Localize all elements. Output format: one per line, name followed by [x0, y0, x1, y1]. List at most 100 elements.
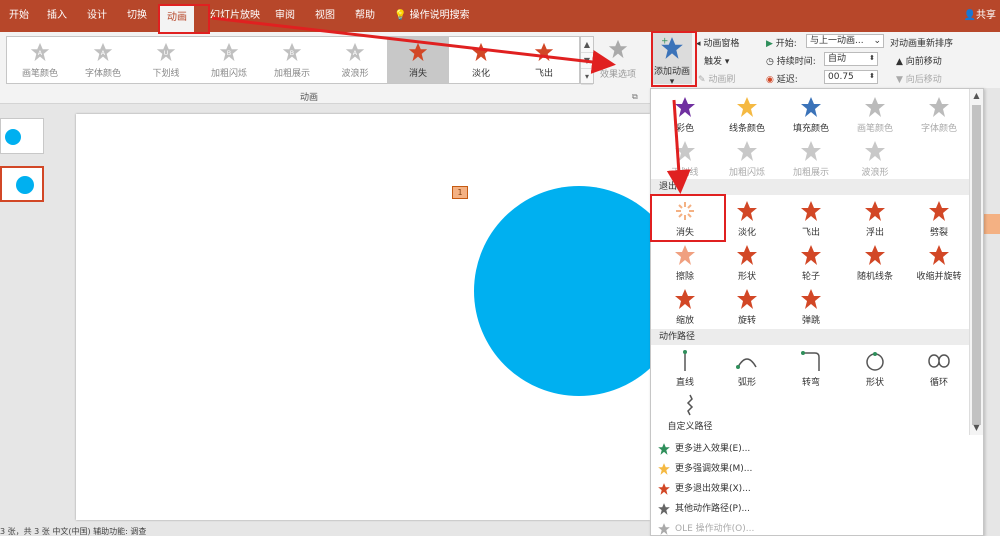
scroll-up-icon[interactable]: ▲: [970, 89, 983, 103]
chevron-down-icon: ▾: [669, 77, 675, 87]
tab-insert[interactable]: 插入: [40, 0, 74, 32]
gallery-item[interactable]: 消失: [387, 37, 449, 83]
more-effects-item[interactable]: 其他动作路径(P)...: [651, 499, 981, 519]
gallery-scroll[interactable]: ▲ ▼ ▾: [580, 36, 594, 85]
more-effects-item[interactable]: OLE 操作动作(O)...: [651, 519, 981, 536]
effect-item[interactable]: 加粗展示: [781, 137, 841, 181]
effect-item[interactable]: 波浪形: [845, 137, 905, 181]
effect-item[interactable]: 缩放: [655, 285, 715, 329]
tell-me-search[interactable]: 💡 操作说明搜索: [394, 0, 470, 32]
more-effects-item[interactable]: 更多进入效果(E)...: [651, 439, 981, 459]
effect-label: 缩放: [675, 316, 694, 326]
effect-item[interactable]: 淡化: [717, 197, 777, 241]
spinner-icon[interactable]: ⬍: [869, 52, 875, 64]
effect-item[interactable]: 画笔颜色: [845, 93, 905, 137]
scroll-down-icon[interactable]: ▼: [970, 421, 983, 435]
gallery-item[interactable]: A 波浪形: [324, 37, 386, 83]
gallery-item[interactable]: B 加粗闪烁: [198, 37, 260, 83]
effect-item[interactable]: 消失: [655, 197, 715, 241]
tab-review[interactable]: 审阅: [270, 0, 300, 32]
gallery-item[interactable]: B 加粗展示: [261, 37, 323, 83]
gallery-item[interactable]: U 下划线: [135, 37, 197, 83]
delay-input[interactable]: 00.75 ⬍: [824, 70, 878, 84]
effect-item[interactable]: 弹跳: [781, 285, 841, 329]
gallery-item-label: 字体颜色: [84, 69, 121, 79]
effect-label: 下划线: [671, 168, 699, 178]
more-effects-item[interactable]: 更多退出效果(X)...: [651, 479, 981, 499]
effect-item[interactable]: 字体颜色: [909, 93, 969, 137]
lightbulb-icon: 💡: [394, 10, 410, 21]
tab-help[interactable]: 帮助: [350, 0, 380, 32]
gallery-item[interactable]: A 字体颜色: [72, 37, 134, 83]
start-select[interactable]: 与上一动画... ⌄: [806, 34, 884, 48]
effect-item[interactable]: 擦除: [655, 241, 715, 285]
effect-item[interactable]: 下划线: [655, 137, 715, 181]
animation-order-badge[interactable]: 1: [452, 186, 468, 199]
effect-item[interactable]: 直线: [655, 347, 715, 391]
effect-item[interactable]: 线条颜色: [717, 93, 777, 137]
tab-view[interactable]: 视图: [310, 0, 340, 32]
gallery-item[interactable]: A 画笔颜色: [9, 37, 71, 83]
scroll-thumb[interactable]: [972, 105, 981, 425]
star-icon: [534, 42, 554, 62]
effect-label: 加粗闪烁: [728, 168, 765, 178]
slide-thumbnail[interactable]: [0, 118, 44, 154]
effect-item[interactable]: 飞出: [781, 197, 841, 241]
effect-label: 彩色: [675, 124, 694, 134]
effect-item[interactable]: 随机线条: [845, 241, 905, 285]
reorder-label: 对动画重新排序: [890, 39, 954, 49]
effect-item[interactable]: 循环: [909, 347, 969, 391]
effect-item[interactable]: 形状: [845, 347, 905, 391]
gallery-item[interactable]: 淡化: [450, 37, 512, 83]
star-icon: [865, 245, 885, 265]
more-effects-item[interactable]: 更多强调效果(M)...: [651, 459, 981, 479]
duration-input[interactable]: 自动 ⬍: [824, 52, 878, 66]
trigger-button[interactable]: 触发 ▾: [704, 54, 729, 67]
tab-slideshow[interactable]: 幻灯片放映: [206, 0, 264, 32]
spinner-icon[interactable]: ⬍: [869, 70, 875, 82]
tab-transitions[interactable]: 切换: [120, 0, 154, 32]
right-pane-edge: [984, 104, 1000, 536]
star-icon: [929, 201, 949, 221]
effect-item[interactable]: 轮子: [781, 241, 841, 285]
effect-item[interactable]: 浮出: [845, 197, 905, 241]
star-icon: [675, 141, 695, 161]
effect-item[interactable]: 转弯: [781, 347, 841, 391]
animation-pane-button[interactable]: ◂ 动画窗格: [696, 36, 739, 49]
tab-animations[interactable]: 动画: [160, 6, 194, 32]
tab-home[interactable]: 开始: [2, 0, 36, 32]
gallery-more-icon[interactable]: ▾: [581, 69, 593, 85]
dropdown-scrollbar[interactable]: ▲ ▼: [969, 89, 983, 435]
gallery-item-label: 加粗展示: [273, 69, 310, 79]
more-effects-label: OLE 操作动作(O)...: [675, 524, 755, 534]
effect-label: 填充颜色: [792, 124, 829, 134]
turn-path-icon: [801, 351, 820, 371]
gallery-up-icon[interactable]: ▲: [581, 37, 593, 53]
effect-item[interactable]: 收缩并旋转: [909, 241, 969, 285]
animation-painter-button[interactable]: ✎ 动画刷: [698, 72, 735, 85]
gallery-item-label: 飞出: [534, 69, 553, 79]
star-icon: [737, 201, 757, 221]
effect-item[interactable]: 弧形: [717, 347, 777, 391]
effect-item[interactable]: 加粗闪烁: [717, 137, 777, 181]
dialog-launcher-icon[interactable]: ⧉: [632, 92, 638, 102]
move-earlier-button[interactable]: ▲ 向前移动: [896, 54, 942, 67]
effect-item[interactable]: 形状: [717, 241, 777, 285]
share-button[interactable]: 👤共享: [964, 0, 996, 32]
svg-text:A: A: [101, 49, 106, 57]
add-animation-button[interactable]: + 添加动画 ▾: [652, 32, 692, 87]
effect-options-button[interactable]: 效果选项: [600, 38, 636, 80]
star-icon: A: [30, 42, 50, 62]
gallery-down-icon[interactable]: ▼: [581, 53, 593, 69]
gallery-item[interactable]: 飞出: [513, 37, 575, 83]
effect-label: 弧形: [737, 378, 756, 388]
effect-item[interactable]: 彩色: [655, 93, 715, 137]
effect-label: 波浪形: [861, 168, 889, 178]
tab-design[interactable]: 设计: [80, 0, 114, 32]
effect-item[interactable]: 劈裂: [909, 197, 969, 241]
move-later-button[interactable]: ▼ 向后移动: [896, 72, 942, 85]
effect-item[interactable]: 填充颜色: [781, 93, 841, 137]
slide-thumbnail-selected[interactable]: [0, 166, 44, 202]
effect-item[interactable]: 旋转: [717, 285, 777, 329]
custom-path-item[interactable]: 自定义路径: [655, 391, 725, 435]
